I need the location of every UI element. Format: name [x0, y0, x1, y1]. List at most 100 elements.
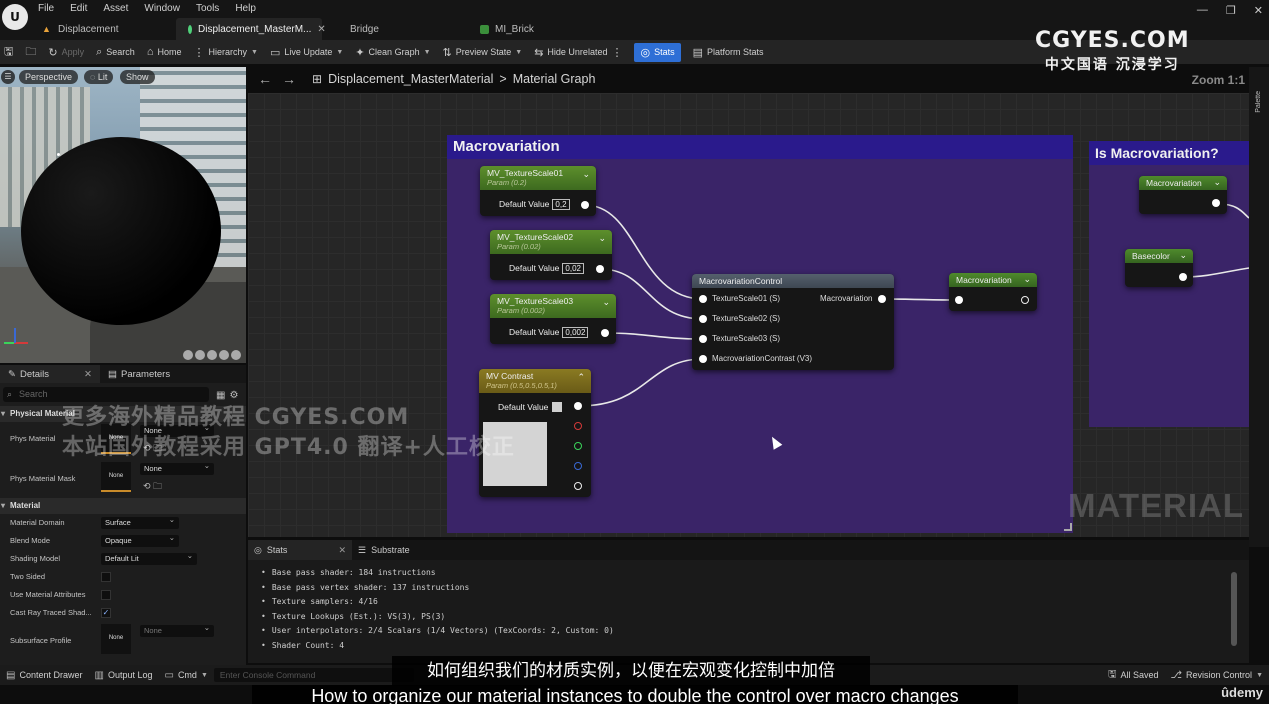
- hierarchy-button[interactable]: ⋮ Hierarchy ▼: [193, 46, 257, 59]
- param-node-texturescale03[interactable]: MV_TextureScale03 Param (0.002) ⌄ Defaul…: [490, 294, 616, 344]
- output-pin[interactable]: [581, 201, 589, 209]
- back-arrow-icon[interactable]: ←: [258, 71, 282, 87]
- param-node-texturescale01[interactable]: MV_TextureScale01 Param (0.2) ⌄ Default …: [480, 166, 596, 216]
- stats-scrollbar[interactable]: [1231, 572, 1237, 646]
- table-view-icon[interactable]: ▦: [216, 390, 225, 401]
- viewport-menu-icon[interactable]: ☰: [1, 70, 15, 84]
- cylinder-shape-icon[interactable]: [219, 350, 229, 360]
- named-reroute-basecolor-usage[interactable]: Basecolor ⌄: [1125, 249, 1193, 287]
- all-saved-button[interactable]: 🖫 All Saved: [1102, 667, 1165, 684]
- tab-bridge[interactable]: Bridge: [322, 18, 468, 40]
- tab-details[interactable]: ✎ Details ✕: [0, 365, 100, 383]
- show-button[interactable]: Show: [120, 70, 155, 84]
- search-button[interactable]: ⌕ Search: [96, 46, 135, 59]
- input-pin[interactable]: [699, 295, 707, 303]
- function-node-macrovariation-control[interactable]: MacrovariationControl TextureScale01 (S)…: [692, 274, 894, 370]
- output-pin[interactable]: [878, 295, 886, 303]
- phys-mask-thumb[interactable]: None: [101, 462, 131, 492]
- material-graph-canvas[interactable]: Macrovariation Is Macrovariation? MV_Tex…: [248, 93, 1249, 537]
- tab-stats[interactable]: ◎ Stats ✕: [248, 540, 352, 560]
- color-swatch[interactable]: [552, 402, 562, 412]
- output-pin[interactable]: [601, 329, 609, 337]
- output-pin-a[interactable]: [574, 482, 582, 490]
- chevron-up-icon[interactable]: ⌃: [577, 372, 585, 383]
- subsurface-dropdown[interactable]: None: [140, 622, 214, 637]
- subsurface-thumb[interactable]: None: [101, 624, 131, 654]
- preview-state-button[interactable]: ⇅ Preview State ▼: [443, 46, 523, 59]
- close-icon[interactable]: ✕: [84, 369, 92, 380]
- default-value-input[interactable]: 0,002: [562, 327, 589, 338]
- shading-dropdown[interactable]: Default Lit: [101, 550, 197, 565]
- cmd-dropdown[interactable]: ▭ Cmd ▼: [158, 670, 213, 681]
- default-value-input[interactable]: 0,02: [562, 263, 584, 274]
- tab-displacement[interactable]: ▲ Displacement: [30, 18, 176, 40]
- details-search-input[interactable]: Search: [3, 387, 209, 402]
- menu-file[interactable]: File: [38, 3, 54, 14]
- revision-control-button[interactable]: ⎇ Revision Control ▼: [1165, 670, 1269, 681]
- content-drawer-button[interactable]: ▤ Content Drawer: [0, 670, 88, 681]
- output-pin-r[interactable]: [574, 422, 582, 430]
- perspective-button[interactable]: Perspective: [19, 70, 79, 84]
- minimize-icon[interactable]: —: [1197, 4, 1208, 17]
- palette-sidebar[interactable]: Palette: [1249, 67, 1269, 547]
- menu-tools[interactable]: Tools: [196, 3, 219, 14]
- hide-unrelated-button[interactable]: ⇆ Hide Unrelated ⋮: [534, 46, 622, 59]
- chevron-down-icon[interactable]: ⌄: [1213, 177, 1221, 188]
- close-icon[interactable]: ✕: [338, 545, 346, 556]
- chevron-down-icon[interactable]: ⌄: [1179, 250, 1187, 261]
- tab-mi-brick[interactable]: MI_Brick: [468, 18, 614, 40]
- breadcrumb-asset[interactable]: Displacement_MasterMaterial: [328, 72, 493, 86]
- use-attr-checkbox[interactable]: [101, 590, 111, 600]
- output-log-button[interactable]: ▥ Output Log: [88, 670, 158, 681]
- chevron-down-icon[interactable]: ⌄: [598, 233, 606, 244]
- chevron-down-icon[interactable]: ⌄: [602, 297, 610, 308]
- stats-button[interactable]: ◎ Stats: [634, 42, 681, 62]
- tab-displacement-master[interactable]: Displacement_MasterM... ✕: [176, 18, 326, 40]
- cast-ray-checkbox[interactable]: ✓: [101, 608, 111, 618]
- phys-mask-dropdown[interactable]: None: [140, 460, 214, 475]
- gear-icon[interactable]: ⚙: [229, 390, 238, 401]
- named-reroute-macrovariation-usage[interactable]: Macrovariation ⌄: [1139, 176, 1227, 214]
- sphere-shape-icon[interactable]: [183, 350, 193, 360]
- browse-asset-icon[interactable]: ⟲ 🗀: [143, 479, 162, 495]
- plane-shape-icon[interactable]: [207, 350, 217, 360]
- more-options-icon[interactable]: ⋮: [611, 46, 622, 59]
- save-button[interactable]: 🖫: [4, 43, 13, 62]
- named-reroute-macrovariation-declaration[interactable]: Macrovariation ⌄: [949, 273, 1037, 311]
- live-update-button[interactable]: ▭ Live Update ▼: [270, 46, 343, 59]
- output-pin-g[interactable]: [574, 442, 582, 450]
- output-pin[interactable]: [596, 265, 604, 273]
- mesh-shape-icon[interactable]: [231, 350, 241, 360]
- maximize-icon[interactable]: ❐: [1226, 4, 1236, 17]
- clean-graph-button[interactable]: ✦ Clean Graph ▼: [355, 46, 430, 59]
- apply-button[interactable]: ↻ Apply: [48, 46, 84, 59]
- breadcrumb-graph[interactable]: Material Graph: [513, 72, 596, 86]
- menu-help[interactable]: Help: [235, 3, 256, 14]
- input-pin[interactable]: [699, 355, 707, 363]
- section-material[interactable]: Material: [0, 498, 246, 514]
- output-pin[interactable]: [1179, 273, 1187, 281]
- menu-edit[interactable]: Edit: [70, 3, 87, 14]
- unreal-logo-icon[interactable]: U: [2, 4, 28, 30]
- cube-shape-icon[interactable]: [195, 350, 205, 360]
- platform-stats-button[interactable]: ▤ Platform Stats: [693, 46, 764, 59]
- two-sided-checkbox[interactable]: [101, 572, 111, 582]
- output-pin[interactable]: [574, 402, 582, 410]
- tab-substrate[interactable]: ☰ Substrate: [352, 540, 416, 560]
- lit-button[interactable]: ◌ Lit: [84, 70, 114, 84]
- close-window-icon[interactable]: ✕: [1254, 4, 1263, 17]
- menu-asset[interactable]: Asset: [103, 3, 128, 14]
- forward-arrow-icon[interactable]: →: [282, 71, 306, 87]
- default-value-input[interactable]: 0,2: [552, 199, 570, 210]
- blend-dropdown[interactable]: Opaque: [101, 532, 179, 547]
- input-pin[interactable]: [955, 296, 963, 304]
- home-button[interactable]: ⌂ Home: [147, 46, 182, 58]
- preview-viewport[interactable]: ☰ Perspective ◌ Lit Show: [0, 67, 246, 363]
- domain-dropdown[interactable]: Surface: [101, 514, 179, 529]
- browse-button[interactable]: 🗀: [25, 43, 36, 62]
- input-pin[interactable]: [699, 315, 707, 323]
- output-pin[interactable]: [1212, 199, 1220, 207]
- param-node-texturescale02[interactable]: MV_TextureScale02 Param (0.02) ⌄ Default…: [490, 230, 612, 280]
- chevron-down-icon[interactable]: ⌄: [1023, 274, 1031, 285]
- output-pin[interactable]: [1021, 296, 1029, 304]
